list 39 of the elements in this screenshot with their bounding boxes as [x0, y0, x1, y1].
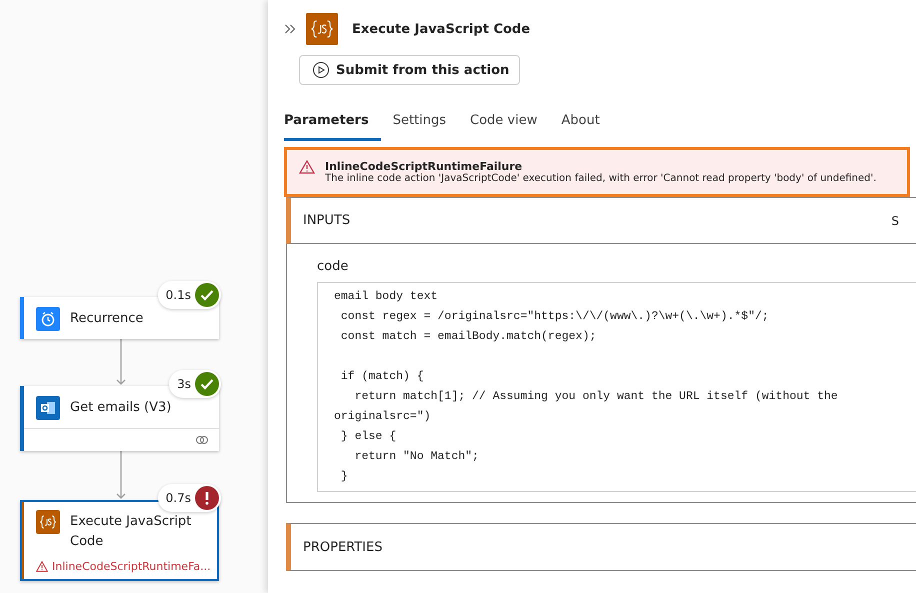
- action-title: Get emails (V3): [70, 399, 172, 417]
- code-line: const regex = /originalsrc="https:\/\/(www\.)?\w+(\.\w+).*$"/;: [340, 309, 770, 325]
- action-title: Recurrence: [70, 310, 144, 328]
- tab[interactable]: About: [561, 107, 612, 141]
- action-title: Execute JavaScript Code: [70, 513, 192, 551]
- error-message: The inline code action 'JavaScriptCode' execution failed, with error 'Cannot read property 'body' of undefined'.: [325, 173, 876, 184]
- code-line: }: [340, 469, 349, 485]
- alarm-clock-icon: [36, 307, 60, 331]
- tab[interactable]: Settings: [392, 107, 458, 141]
- code-line: if (match) {: [340, 369, 425, 385]
- warning-icon: [299, 160, 315, 174]
- header-link[interactable]: S: [891, 214, 899, 228]
- tab[interactable]: Code view: [470, 107, 550, 141]
- code-braces-icon: [36, 510, 60, 534]
- submit-button[interactable]: Submit from this action: [299, 55, 520, 85]
- link-icon: [195, 435, 209, 445]
- error-title: InlineCodeScriptRuntimeFailure: [325, 160, 524, 173]
- code-line: email body text: [334, 289, 439, 305]
- code-line: } else {: [340, 429, 398, 445]
- code-editor[interactable]: [317, 282, 916, 492]
- section-title: PROPERTIES: [303, 540, 382, 554]
- panel-title: Execute JavaScript Code: [352, 22, 530, 36]
- field-label: code: [317, 259, 350, 274]
- code-line: originalsrc="): [334, 409, 432, 425]
- section-title: INPUTS: [303, 213, 350, 228]
- tab[interactable]: Parameters: [284, 107, 381, 141]
- code-line: return match[1]; // Assuming you only want the URL itself (without the: [354, 389, 839, 405]
- connector-arrow: [116, 451, 126, 500]
- properties-section-header[interactable]: PROPERTIES: [286, 523, 916, 571]
- play-icon: [312, 61, 330, 79]
- collapse-chevron-icon[interactable]: [284, 23, 296, 35]
- inputs-section-header[interactable]: INPUTS S: [286, 197, 916, 244]
- code-line: const match = emailBody.match(regex);: [340, 329, 598, 345]
- connector-arrow: [116, 339, 126, 386]
- code-braces-icon: [306, 13, 338, 45]
- code-line: return "No Match";: [354, 449, 480, 465]
- mail-app-icon: [36, 396, 60, 420]
- warning-icon: [36, 561, 48, 572]
- error-text: InlineCodeScriptRuntimeFa...: [52, 560, 211, 573]
